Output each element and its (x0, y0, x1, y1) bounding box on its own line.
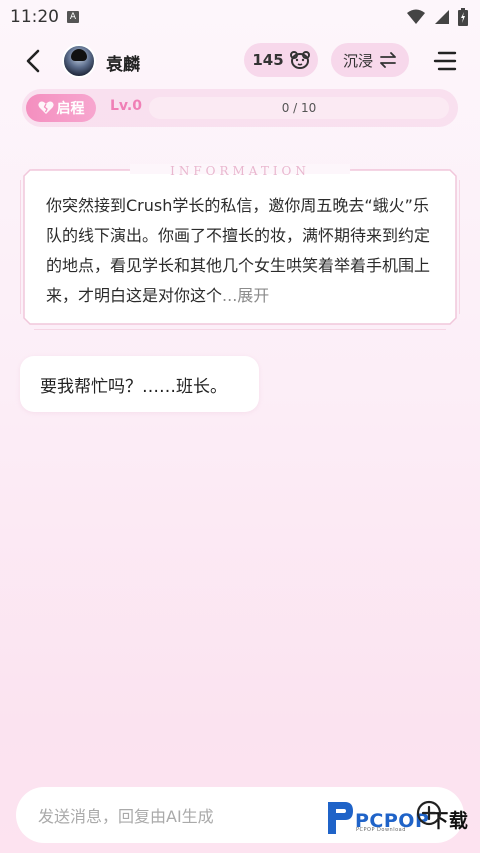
signal-icon (435, 10, 449, 24)
back-button[interactable] (18, 46, 48, 76)
coins-count: 145 (252, 51, 284, 69)
status-bar: 11:20 A (0, 0, 480, 34)
menu-icon (433, 51, 457, 71)
immersive-mode-toggle[interactable]: 沉浸 (331, 43, 409, 77)
bear-icon (289, 51, 310, 69)
pcpop-logo-icon (328, 802, 353, 834)
chat-header: 袁麟 145 沉浸 (0, 38, 480, 84)
info-card-title: INFORMATION (170, 164, 310, 178)
swap-arrows-icon (380, 52, 396, 68)
stage-badge: 启程 (26, 94, 96, 122)
character-avatar[interactable] (62, 44, 96, 78)
level-label: Lv.0 (110, 98, 142, 114)
info-card-text: 你突然接到Crush学长的私信，邀你周五晚去“蛾火”乐队的线下演出。你画了不擅长… (46, 191, 438, 311)
broken-heart-icon (37, 101, 54, 114)
relationship-level-bar[interactable]: 启程 Lv.0 0 / 10 (22, 89, 458, 127)
story-info-card[interactable]: INFORMATION 你突然接到Crush学长的私信，邀你周五晚去“蛾火”乐队… (20, 164, 460, 330)
coins-button[interactable]: 145 (244, 43, 318, 77)
wifi-icon (407, 9, 425, 24)
status-time: 11:20 (10, 7, 59, 27)
pcpop-watermark: PCPOP下载 PCPOP Download (323, 798, 473, 840)
info-card-ellipsis: ... (222, 286, 238, 305)
character-message-bubble[interactable]: 要我帮忙吗？……班长。 (20, 356, 259, 412)
level-progress: 0 / 10 (149, 97, 449, 119)
add-circle-icon[interactable] (416, 800, 442, 826)
chevron-left-icon (26, 49, 40, 73)
character-name[interactable]: 袁麟 (106, 50, 140, 75)
message-text: 要我帮忙吗？……班长。 (40, 376, 227, 397)
message-input[interactable] (36, 787, 330, 845)
battery-icon (458, 8, 468, 26)
menu-button[interactable] (430, 46, 460, 76)
stage-label: 启程 (56, 101, 85, 117)
notification-a-icon: A (67, 11, 79, 23)
expand-link[interactable]: 展开 (237, 286, 269, 305)
level-progress-text: 0 / 10 (281, 101, 317, 115)
mode-label: 沉浸 (342, 51, 373, 70)
watermark-subtitle: PCPOP Download (356, 827, 406, 833)
